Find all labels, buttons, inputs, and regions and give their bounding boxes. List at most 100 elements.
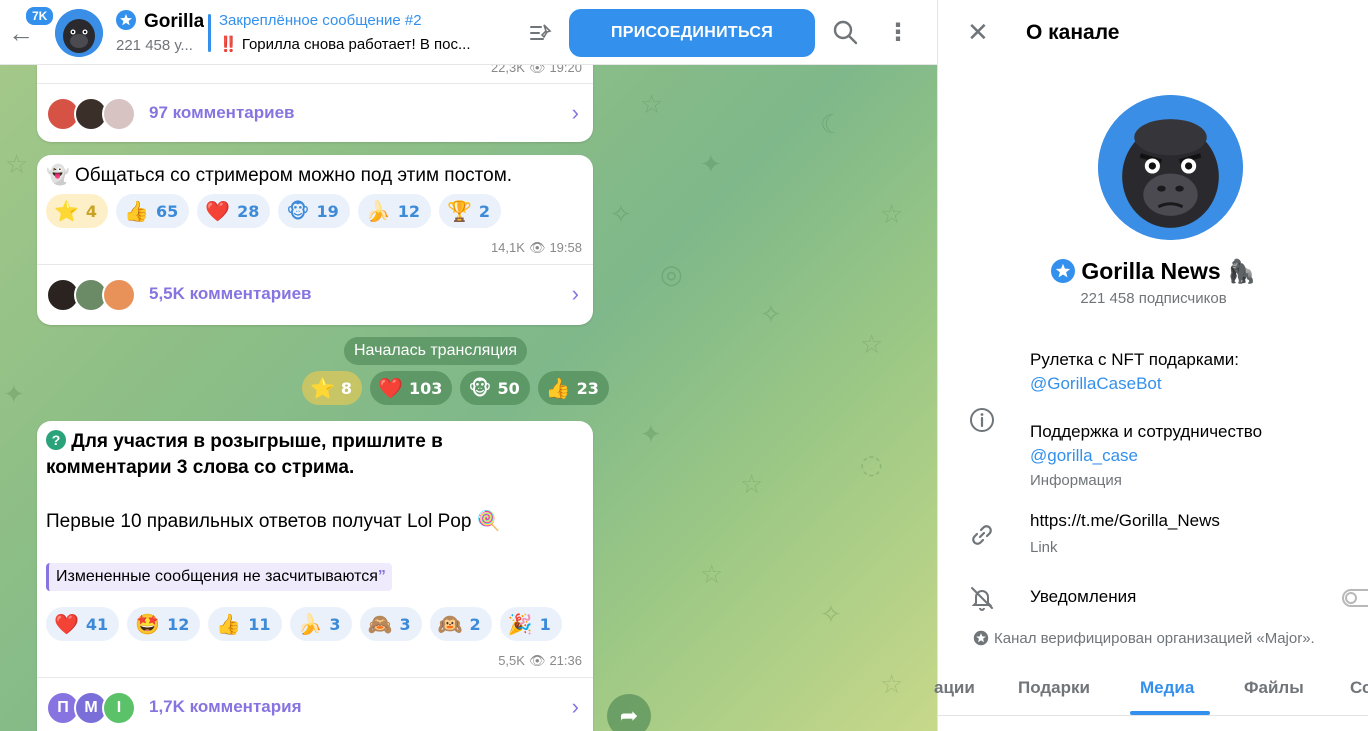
comments-link[interactable]: 97 комментариев › bbox=[37, 83, 593, 141]
thumbs-up-icon: 👍 bbox=[216, 612, 242, 636]
verified-small-icon bbox=[973, 630, 989, 646]
message-text-content: Общаться со стримером можно под этим пос… bbox=[74, 165, 513, 186]
reaction-heart[interactable]: ❤️ 28 bbox=[197, 194, 271, 228]
close-icon[interactable]: ✕ bbox=[967, 19, 989, 45]
description-line: Поддержка и сотрудничество bbox=[1030, 422, 1263, 441]
doodle-decoration: ✦ bbox=[3, 380, 25, 410]
reaction-see-no-evil[interactable]: 🙈 3 bbox=[359, 607, 422, 641]
thumbs-up-icon: 👍 bbox=[545, 376, 571, 400]
reaction-monkey[interactable]: 🐵 50 bbox=[460, 371, 530, 405]
reaction-count: 1 bbox=[539, 614, 551, 634]
reaction-trophy[interactable]: 🏆 2 bbox=[438, 194, 501, 228]
reaction-star[interactable]: ⭐ 8 bbox=[302, 371, 363, 405]
pinned-list-icon[interactable] bbox=[527, 20, 553, 46]
support-link[interactable]: @gorilla_case bbox=[1030, 446, 1138, 465]
reaction-thumbs-up[interactable]: 👍 65 bbox=[116, 194, 190, 228]
tab-publications[interactable]: ации bbox=[934, 678, 975, 698]
service-reactions-row: ⭐ 8 ❤️ 103 🐵 50 👍 23 bbox=[302, 371, 609, 405]
reactions-row: ❤️ 41 🤩 12 👍 11 🍌 3 🙈 3 🙉 2 🎉 1 bbox=[46, 607, 562, 641]
reaction-count: 12 bbox=[397, 201, 420, 221]
chevron-right-icon: › bbox=[571, 694, 579, 719]
reaction-monkey[interactable]: 🐵 19 bbox=[278, 194, 350, 228]
reactions-row: ⭐ 4 👍 65 ❤️ 28 🐵 19 🍌 12 🏆 2 bbox=[46, 194, 501, 228]
description-line: Рулетка с NFT подарками: bbox=[1030, 350, 1240, 369]
reaction-star-struck[interactable]: 🤩 12 bbox=[127, 607, 201, 641]
trophy-icon: 🏆 bbox=[446, 199, 472, 223]
reaction-party[interactable]: 🎉 1 bbox=[499, 607, 562, 641]
share-arrow-icon[interactable]: ➦ bbox=[607, 694, 651, 731]
channel-description: Рулетка с NFT подарками: @GorillaCaseBot bbox=[1030, 348, 1239, 396]
doodle-decoration: ☆ bbox=[700, 560, 724, 590]
join-channel-button[interactable]: ПРИСОЕДИНИТЬСЯ bbox=[569, 9, 815, 57]
message-text: 👻 Общаться со стримером можно под этим п… bbox=[46, 163, 512, 189]
message-line: Первые 10 правильных ответов получат Lol… bbox=[46, 511, 472, 532]
active-tab-indicator bbox=[1130, 711, 1210, 715]
telegram-web-app: ☆ ✦ ☾ ☆ ◎ ✧ ☆ ✦ ☆ ◌ ☆ ✧ ☆ ☆ ✦ ✧ ← 7K Gor… bbox=[0, 0, 1368, 731]
monkey-icon: 🐵 bbox=[286, 199, 310, 223]
reaction-banana[interactable]: 🍌 3 bbox=[289, 607, 352, 641]
doodle-decoration: ☆ bbox=[740, 470, 764, 500]
tab-links[interactable]: Сс bbox=[1350, 678, 1368, 698]
message-text: ? Для участия в розыгрыше, пришлите в ко… bbox=[46, 429, 443, 481]
message-meta: 14,1K 👁 19:58 bbox=[491, 240, 582, 256]
reaction-count: 11 bbox=[248, 614, 271, 634]
view-count: 5,5K bbox=[498, 653, 525, 668]
star-struck-icon: 🤩 bbox=[135, 612, 161, 636]
reaction-count: 3 bbox=[399, 614, 411, 634]
channel-name-text: Gorilla News 🦍 bbox=[1081, 258, 1256, 284]
tab-media[interactable]: Медиа bbox=[1140, 678, 1194, 698]
tab-files[interactable]: Файлы bbox=[1244, 678, 1304, 698]
channel-description: Поддержка и сотрудничество @gorilla_case bbox=[1030, 420, 1262, 468]
pinned-message-title[interactable]: Закреплённое сообщение #2 bbox=[219, 12, 422, 29]
reaction-count: 28 bbox=[237, 201, 260, 221]
heart-icon: ❤️ bbox=[205, 199, 231, 223]
question-icon: ? bbox=[46, 430, 66, 450]
chat-header: ← 7K Gorilla News 221 458 у... Закреплён… bbox=[0, 0, 937, 65]
doodle-decoration: ◎ bbox=[660, 260, 683, 290]
monkey-icon: 🐵 bbox=[468, 376, 492, 400]
reaction-heart[interactable]: ❤️ 103 bbox=[370, 371, 453, 405]
thumbs-up-icon: 👍 bbox=[124, 199, 149, 223]
commenter-avatar: I bbox=[102, 691, 136, 725]
channel-avatar[interactable] bbox=[55, 9, 103, 57]
heart-icon: ❤️ bbox=[378, 376, 403, 400]
reaction-star[interactable]: ⭐ 4 bbox=[46, 194, 109, 228]
channel-title[interactable]: Gorilla News bbox=[116, 10, 204, 34]
hear-no-evil-monkey-icon: 🙉 bbox=[437, 612, 463, 636]
message-text: Первые 10 правильных ответов получат Lol… bbox=[46, 509, 500, 535]
subscriber-count: 221 458 подписчиков bbox=[1080, 290, 1227, 307]
message-bubble: ? Для участия в розыгрыше, пришлите в ко… bbox=[37, 421, 593, 731]
doodle-decoration: ☆ bbox=[880, 200, 904, 230]
bot-link[interactable]: @GorillaCaseBot bbox=[1030, 374, 1162, 393]
panel-title: О канале bbox=[1026, 21, 1120, 44]
reaction-hear-no-evil[interactable]: 🙉 2 bbox=[429, 607, 492, 641]
lollipop-icon: 🍭 bbox=[476, 511, 501, 532]
verified-badge-icon bbox=[116, 10, 136, 30]
notifications-toggle[interactable] bbox=[1342, 589, 1368, 607]
pinned-message-text[interactable]: ‼️ Горилла снова работает! В пос... bbox=[219, 35, 504, 53]
link-label: Link bbox=[1030, 539, 1058, 556]
tab-gifts[interactable]: Подарки bbox=[1018, 678, 1090, 698]
doodle-decoration: ✧ bbox=[610, 200, 632, 230]
message-quote: Измененные сообщения не засчитываются” bbox=[46, 563, 392, 591]
channel-link[interactable]: https://t.me/Gorilla_News bbox=[1030, 511, 1220, 531]
comments-link[interactable]: П М I 1,7K комментария › bbox=[37, 677, 593, 731]
reaction-heart[interactable]: ❤️ 41 bbox=[46, 607, 120, 641]
more-vertical-icon[interactable]: ⋮ bbox=[886, 19, 910, 47]
chevron-right-icon: › bbox=[571, 281, 579, 306]
doodle-decoration: ✧ bbox=[760, 300, 782, 330]
message-bubble: 👻 Общаться со стримером можно под этим п… bbox=[37, 155, 593, 325]
reaction-count: 103 bbox=[408, 378, 443, 398]
ghost-emoji-icon: 👻 bbox=[46, 165, 70, 186]
reaction-banana[interactable]: 🍌 12 bbox=[357, 194, 431, 228]
search-icon[interactable] bbox=[832, 19, 858, 45]
reaction-thumbs-up[interactable]: 👍 23 bbox=[537, 371, 609, 405]
comments-link[interactable]: 5,5K комментариев › bbox=[37, 264, 593, 322]
reaction-thumbs-up[interactable]: 👍 11 bbox=[208, 607, 282, 641]
doodle-decoration: ☆ bbox=[640, 90, 664, 120]
channel-avatar-large[interactable] bbox=[1098, 95, 1243, 240]
message-line: Для участия в розыгрыше, пришлите в bbox=[71, 431, 443, 452]
view-count: 14,1K bbox=[490, 240, 525, 255]
message-meta: 5,5K 👁 21:36 bbox=[498, 653, 582, 669]
message-line: комментарии 3 слова со стрима. bbox=[46, 457, 355, 478]
